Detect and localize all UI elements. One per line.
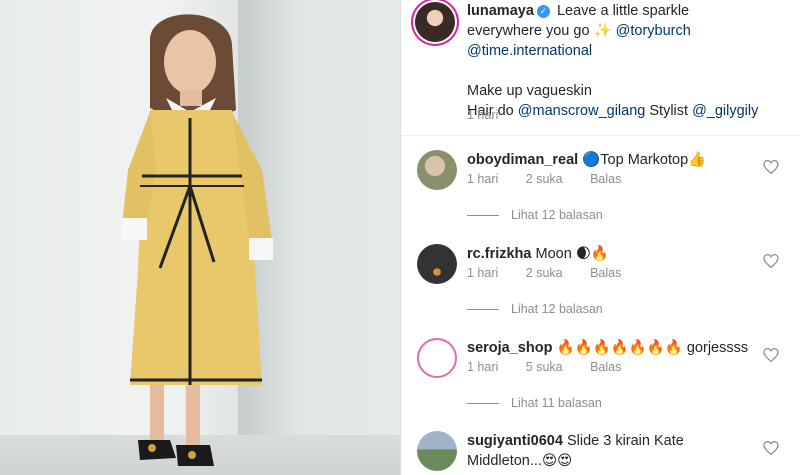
view-replies-button[interactable]: Lihat 12 balasan [467, 208, 603, 222]
commenter-username[interactable]: oboydiman_real [467, 152, 578, 168]
poster-username[interactable]: lunamaya [467, 3, 534, 19]
mention-gilygily[interactable]: @_gilygily [692, 103, 758, 119]
comment-time: 1 hari [467, 360, 499, 374]
comment-time: 1 hari [467, 266, 499, 280]
comments-panel: lunamaya ✓ Leave a little sparkle everywh… [401, 0, 800, 475]
comment-text: sugiyanti0604 Slide 3 kirain Kate Middle… [467, 431, 707, 471]
caption-line1: Leave a little sparkle [556, 3, 690, 19]
post-photo[interactable] [0, 0, 400, 475]
post-time: 1 hari [467, 108, 499, 122]
reply-button[interactable]: Balas [590, 266, 621, 280]
poster-avatar[interactable] [415, 2, 455, 42]
comment-likes[interactable]: 2 suka [526, 266, 563, 280]
heart-icon[interactable] [763, 441, 779, 455]
post-caption: lunamaya ✓ Leave a little sparkle everywh… [401, 0, 800, 136]
mention-time-international[interactable]: @time.international [467, 43, 592, 59]
heart-icon[interactable] [763, 348, 779, 362]
view-replies-label: Lihat 12 balasan [511, 208, 603, 222]
caption-text: lunamaya ✓ Leave a little sparkle everywh… [467, 1, 787, 121]
commenter-avatar[interactable] [417, 431, 457, 471]
verified-badge-icon: ✓ [536, 4, 550, 18]
commenter-avatar[interactable] [417, 244, 457, 284]
replies-line [467, 403, 499, 405]
comment-message: Moon 🌒🔥 [535, 246, 609, 262]
comment-text: oboydiman_real 🔵Top Markotop👍 [467, 150, 757, 170]
comment-text: rc.frizkha Moon 🌒🔥 [467, 244, 757, 264]
commenter-username[interactable]: rc.frizkha [467, 246, 531, 262]
comment-meta: 1 hari 2 suka Balas [467, 266, 645, 280]
mention-toryburch[interactable]: @toryburch [616, 23, 691, 39]
commenter-avatar[interactable] [417, 150, 457, 190]
replies-line [467, 309, 499, 311]
comment-meta: 1 hari 2 suka Balas [467, 172, 645, 186]
reply-button[interactable]: Balas [590, 360, 621, 374]
commenter-avatar[interactable] [417, 338, 457, 378]
caption-stylist-label: Stylist [649, 103, 689, 119]
comment-likes[interactable]: 5 suka [526, 360, 563, 374]
heart-icon[interactable] [763, 254, 779, 268]
view-replies-button[interactable]: Lihat 11 balasan [467, 396, 602, 410]
commenter-username[interactable]: seroja_shop [467, 340, 552, 356]
view-replies-label: Lihat 12 balasan [511, 302, 603, 316]
instagram-post-view: lunamaya ✓ Leave a little sparkle everywh… [0, 0, 800, 475]
comment-message: 🔥🔥🔥🔥🔥🔥🔥 gorjessss [556, 340, 749, 356]
comment-message: 🔵Top Markotop👍 [582, 152, 707, 168]
comment-text: seroja_shop 🔥🔥🔥🔥🔥🔥🔥 gorjessss [467, 338, 757, 358]
commenter-username[interactable]: sugiyanti0604 [467, 433, 563, 449]
mention-manscrow-gilang[interactable]: @manscrow_gilang [518, 103, 646, 119]
comment-meta: 1 hari 5 suka Balas [467, 360, 645, 374]
reply-button[interactable]: Balas [590, 172, 621, 186]
comment-time: 1 hari [467, 172, 499, 186]
heart-icon[interactable] [763, 160, 779, 174]
view-replies-button[interactable]: Lihat 12 balasan [467, 302, 603, 316]
view-replies-label: Lihat 11 balasan [511, 396, 602, 410]
woman-in-yellow-dress-illustration [121, 14, 273, 466]
caption-line2: everywhere you go ✨ [467, 23, 612, 39]
replies-line [467, 215, 499, 217]
caption-makeup: Make up vagueskin [467, 83, 592, 99]
comment-likes[interactable]: 2 suka [526, 172, 563, 186]
